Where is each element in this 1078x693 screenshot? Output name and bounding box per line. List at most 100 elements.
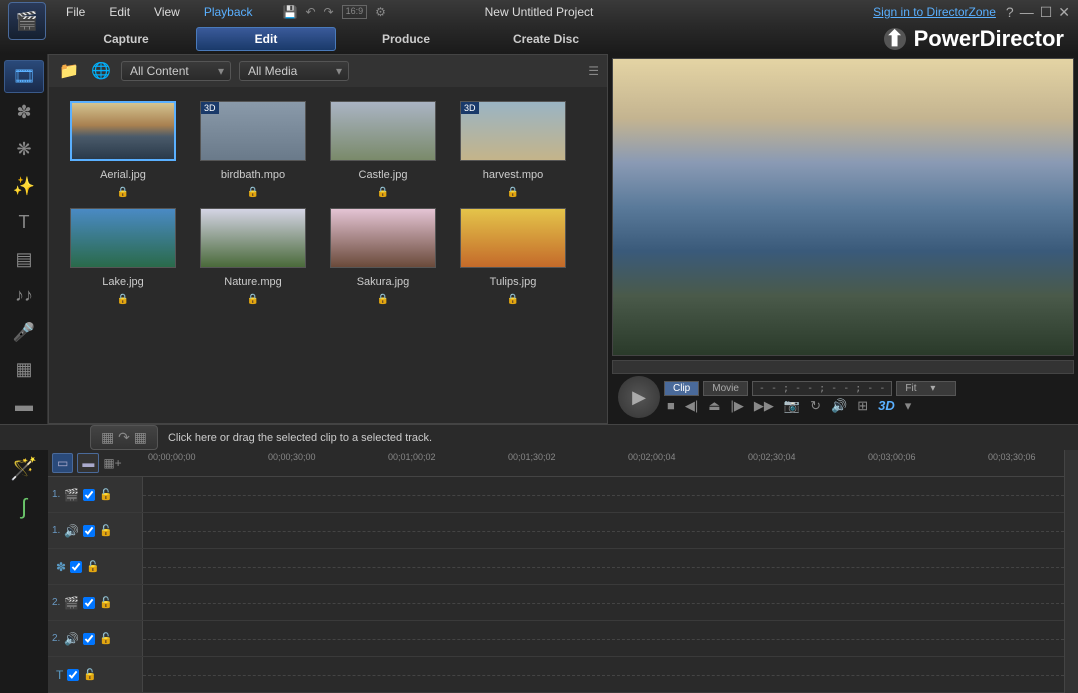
minimize-icon[interactable]: — [1020,4,1034,21]
preview-screen[interactable] [612,58,1074,356]
menu-file[interactable]: File [56,3,95,21]
step-icon[interactable]: ⏏ [705,398,723,414]
close-icon[interactable]: ✕ [1058,4,1070,21]
mode-produce[interactable]: Produce [336,28,476,50]
media-item[interactable]: Tulips.jpg🔒 [453,208,573,305]
track-visible-checkbox[interactable] [70,561,82,573]
media-filter-dropdown[interactable]: All Media [239,61,349,81]
menu-playback[interactable]: Playback [194,3,263,21]
snapshot-icon[interactable]: 📷 [781,398,803,414]
track-header[interactable]: 1.🔊🔓 [48,513,142,548]
dock-icon[interactable]: ⊞ [854,398,871,414]
track-body[interactable] [142,549,1064,584]
title-room-tab[interactable]: T [4,206,44,239]
library-menu-icon[interactable]: ☰ [588,64,599,78]
track-view-button[interactable]: ▭ [52,453,73,473]
undo-icon[interactable]: ↶ [305,5,315,19]
track-lock-icon[interactable]: 🔓 [99,488,113,501]
stop-icon[interactable]: ■ [664,398,678,413]
mode-edit[interactable]: Edit [196,27,336,51]
subtitle-room-tab[interactable]: ▬ [4,389,44,422]
aspect-ratio-button[interactable]: 16:9 [342,5,368,19]
track-body[interactable] [142,621,1064,656]
fit-dropdown[interactable]: Fit ▾ [896,381,956,396]
prev-frame-icon[interactable]: ◀| [682,398,701,414]
media-thumbnail[interactable] [70,208,176,268]
track-header[interactable]: 2.🎬🔓 [48,585,142,620]
track-visible-checkbox[interactable] [83,525,95,537]
menu-view[interactable]: View [144,3,190,21]
add-track-icon[interactable]: ▦+ [103,456,121,470]
app-icon[interactable]: 🎬 [8,2,46,40]
voice-room-tab[interactable]: 🎤 [4,316,44,349]
track-body[interactable] [142,513,1064,548]
track-lock-icon[interactable]: 🔓 [99,524,113,537]
audio-room-tab[interactable]: ♪♪ [4,280,44,313]
loop-icon[interactable]: ↻ [807,398,824,414]
media-thumbnail[interactable]: 3D [200,101,306,161]
menu-edit[interactable]: Edit [99,3,140,21]
maximize-icon[interactable]: ☐ [1040,4,1053,21]
particle-room-tab[interactable]: ✨ [4,170,44,203]
track-header[interactable]: 1.🎬🔓 [48,477,142,512]
settings-icon[interactable]: ⚙ [375,5,386,19]
track-lock-icon[interactable]: 🔓 [83,668,97,681]
play-button[interactable]: ▶ [618,376,660,418]
track-header[interactable]: T🔓 [48,657,142,692]
svrt-icon[interactable]: ∫ [21,494,27,520]
timeline-scrollbar[interactable] [1064,450,1078,693]
media-item[interactable]: 3Dbirdbath.mpo🔒 [193,101,313,198]
signin-link[interactable]: Sign in to DirectorZone [873,5,996,19]
track-header[interactable]: ✽🔓 [48,549,142,584]
media-thumbnail[interactable] [200,208,306,268]
media-thumbnail[interactable] [330,101,436,161]
track-body[interactable] [142,477,1064,512]
save-icon[interactable]: 💾 [283,5,298,19]
clip-mode-button[interactable]: Clip [664,381,699,396]
mode-capture[interactable]: Capture [56,28,196,50]
3d-dropdown-icon[interactable]: ▾ [902,398,915,414]
effect-room-tab[interactable]: ✽ [4,97,44,130]
media-item[interactable]: Lake.jpg🔒 [63,208,183,305]
magic-tools-icon[interactable]: 🪄 [10,456,37,482]
timeline-ruler[interactable]: 00;00;00;0000;00;30;0000;01;00;0200;01;3… [148,450,1064,476]
upload-icon[interactable]: ⬆ [884,28,906,50]
media-thumbnail[interactable] [70,101,176,161]
track-visible-checkbox[interactable] [83,489,95,501]
media-item[interactable]: Aerial.jpg🔒 [63,101,183,198]
redo-icon[interactable]: ↷ [324,5,334,19]
help-icon[interactable]: ? [1006,4,1014,21]
fast-forward-icon[interactable]: ▶▶ [751,398,777,414]
pip-room-tab[interactable]: ❋ [4,133,44,166]
3d-toggle-button[interactable]: 3D [875,398,898,413]
track-lock-icon[interactable]: 🔓 [86,560,100,573]
media-item[interactable]: Nature.mpg🔒 [193,208,313,305]
movie-mode-button[interactable]: Movie [703,381,748,396]
track-collapse-button[interactable]: ▬ [77,453,99,473]
chapter-room-tab[interactable]: ▦ [4,353,44,386]
insert-clip-button[interactable]: ▦ ↷ ▦ [90,425,158,450]
track-body[interactable] [142,657,1064,692]
mode-create-disc[interactable]: Create Disc [476,28,616,50]
media-room-tab[interactable]: 🎞 [4,60,44,93]
track-lock-icon[interactable]: 🔓 [99,632,113,645]
media-item[interactable]: 3Dharvest.mpo🔒 [453,101,573,198]
next-frame-icon[interactable]: |▶ [728,398,747,414]
preview-scrubber[interactable] [612,360,1074,374]
track-visible-checkbox[interactable] [67,669,79,681]
track-body[interactable] [142,585,1064,620]
download-icon[interactable]: 🌐 [89,61,113,81]
track-lock-icon[interactable]: 🔓 [99,596,113,609]
media-item[interactable]: Sakura.jpg🔒 [323,208,443,305]
track-visible-checkbox[interactable] [83,597,95,609]
media-thumbnail[interactable] [330,208,436,268]
transition-room-tab[interactable]: ▤ [4,243,44,276]
content-filter-dropdown[interactable]: All Content [121,61,231,81]
media-thumbnail[interactable]: 3D [460,101,566,161]
media-thumbnail[interactable] [460,208,566,268]
track-visible-checkbox[interactable] [83,633,95,645]
media-item[interactable]: Castle.jpg🔒 [323,101,443,198]
track-header[interactable]: 2.🔊🔓 [48,621,142,656]
import-folder-icon[interactable]: 📁 [57,61,81,81]
volume-icon[interactable]: 🔊 [828,398,850,414]
